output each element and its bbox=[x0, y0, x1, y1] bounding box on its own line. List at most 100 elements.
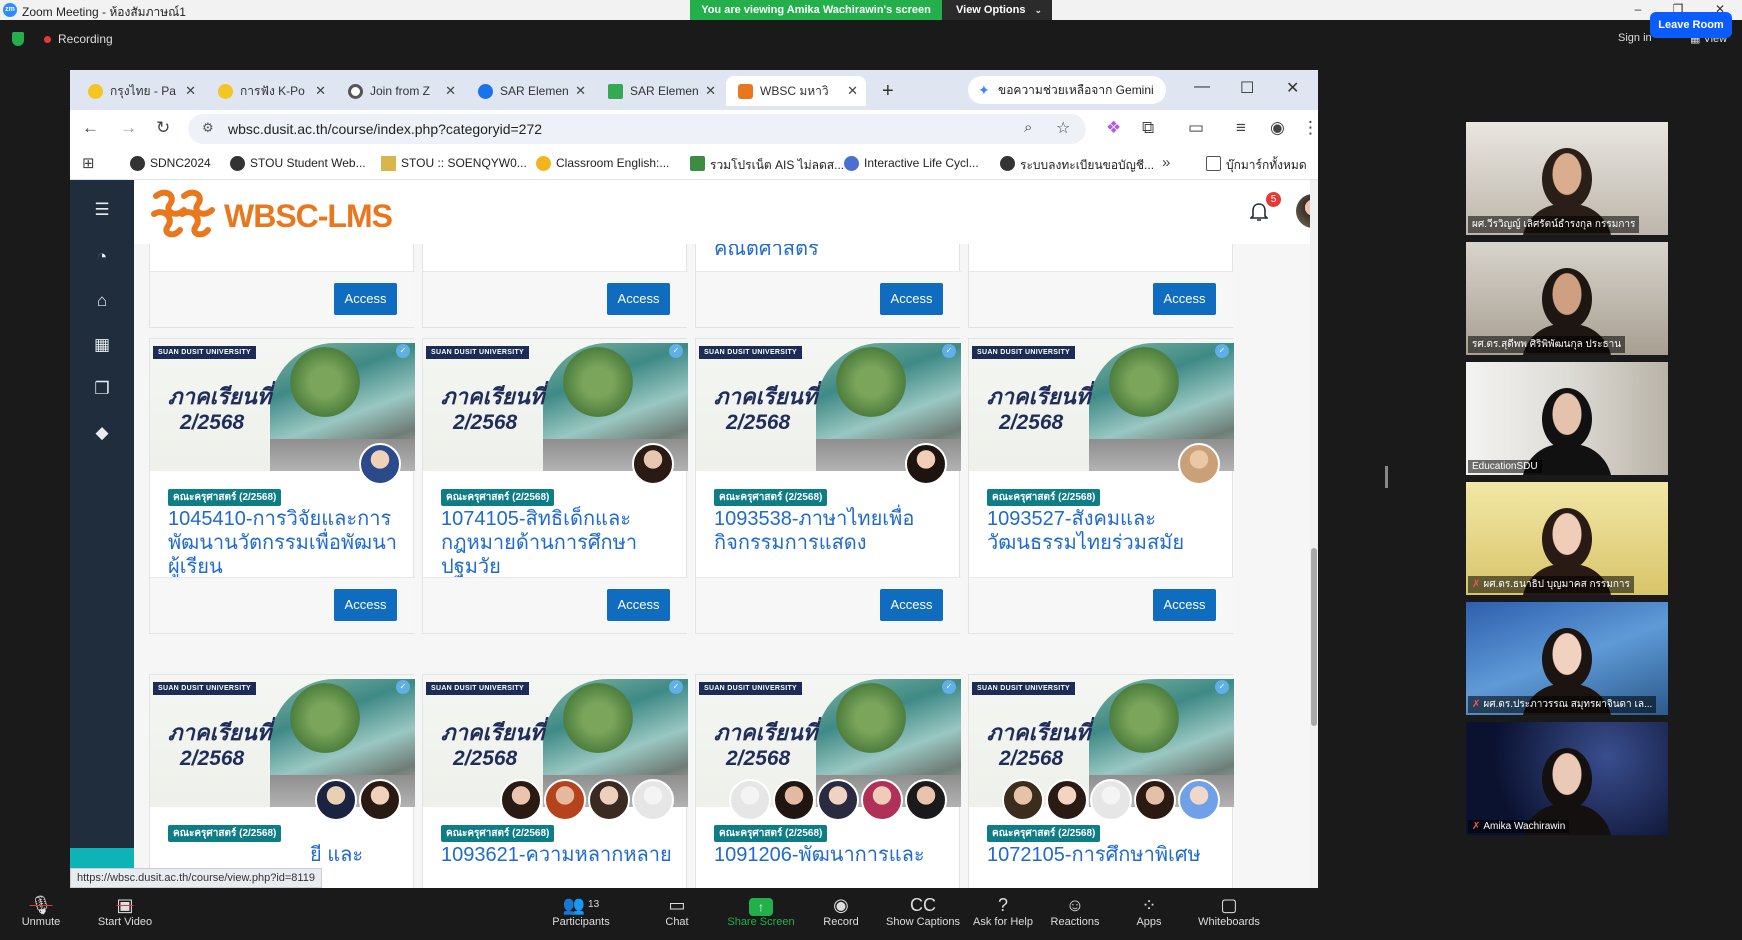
bookmark-item[interactable]: STOU :: SOENQYW0... bbox=[381, 156, 527, 171]
access-button[interactable]: Access bbox=[334, 283, 397, 315]
scrollbar-thumb[interactable] bbox=[1311, 548, 1317, 726]
cast-icon[interactable]: ▭ bbox=[1188, 118, 1204, 138]
close-tab-icon[interactable]: ✕ bbox=[575, 76, 586, 106]
notification-bell-icon[interactable] bbox=[1250, 202, 1268, 222]
gallery-resize-handle[interactable] bbox=[1385, 466, 1388, 488]
bookmark-item[interactable]: STOU Student Web... bbox=[230, 156, 366, 171]
media-controls-icon[interactable]: ≡ bbox=[1236, 118, 1246, 138]
participant-video-tile[interactable]: EducationSDU bbox=[1466, 362, 1668, 475]
participant-video-tile[interactable]: ผศ.วีรวิญญ์ เลิศรัตน์ธำรงกุล กรรมการ bbox=[1466, 122, 1668, 235]
teacher-avatar[interactable] bbox=[861, 779, 903, 821]
teacher-avatar[interactable] bbox=[817, 779, 859, 821]
wbsc-logo-icon[interactable] bbox=[150, 188, 216, 238]
browser-minimize-button[interactable]: — bbox=[1194, 78, 1210, 96]
access-button[interactable]: Access bbox=[1153, 589, 1216, 621]
course-title-link[interactable]: 1093538-ภาษาไทยเพื่อกิจกรรมการแสดง bbox=[714, 507, 950, 555]
reactions-button[interactable]: ☺ Reactions bbox=[1034, 894, 1116, 928]
dashboard-gauge-icon[interactable]: ◔ bbox=[92, 247, 112, 267]
recording-label[interactable]: Recording bbox=[58, 32, 113, 46]
teacher-avatar[interactable] bbox=[729, 779, 771, 821]
bookmark-star-icon[interactable]: ☆ bbox=[1056, 118, 1070, 138]
teacher-avatar[interactable] bbox=[905, 779, 947, 821]
access-button[interactable]: Access bbox=[334, 589, 397, 621]
browser-tab[interactable]: Join from Z ✕ bbox=[336, 76, 464, 106]
sign-in-link[interactable]: Sign in bbox=[1618, 32, 1652, 44]
view-options-button[interactable]: View Options ⌄ bbox=[942, 0, 1052, 20]
access-button[interactable]: Access bbox=[607, 589, 670, 621]
teacher-avatar[interactable] bbox=[315, 779, 357, 821]
teacher-avatar[interactable] bbox=[544, 779, 586, 821]
access-button[interactable]: Access bbox=[880, 589, 943, 621]
bookmark-item[interactable]: ระบบลงทะเบียนขอบัญชี... bbox=[1000, 156, 1154, 175]
close-tab-icon[interactable]: ✕ bbox=[705, 76, 716, 106]
page-scrollbar[interactable] bbox=[1310, 180, 1318, 888]
teacher-avatar[interactable] bbox=[1134, 779, 1176, 821]
course-title-link[interactable]: 1074105-สิทธิเด็กและกฎหมายด้านการศึกษาปฐ… bbox=[441, 507, 677, 579]
lms-logo-text[interactable]: WBSC-LMS bbox=[224, 198, 393, 235]
extension-brain-icon[interactable]: ❖ bbox=[1106, 118, 1121, 138]
calendar-icon[interactable]: ▦ bbox=[92, 335, 112, 355]
browser-tab[interactable]: SAR Elemen ✕ bbox=[466, 76, 594, 106]
teacher-avatar[interactable] bbox=[588, 779, 630, 821]
access-button[interactable]: Access bbox=[880, 283, 943, 315]
start-video-button[interactable]: ▣ Start Video bbox=[84, 894, 166, 928]
teacher-avatar[interactable] bbox=[359, 443, 401, 485]
close-tab-icon[interactable]: ✕ bbox=[445, 76, 456, 106]
browser-tab-active[interactable]: WBSC มหาวิ ✕ bbox=[726, 76, 866, 106]
share-screen-button[interactable]: ↑ Share Screen bbox=[720, 894, 802, 928]
teacher-avatar[interactable] bbox=[359, 779, 401, 821]
bookmark-item[interactable]: Classroom English:... bbox=[536, 156, 669, 171]
reload-icon[interactable]: ↻ bbox=[156, 118, 170, 138]
new-tab-button[interactable]: + bbox=[882, 76, 894, 106]
teacher-avatar[interactable] bbox=[500, 779, 542, 821]
all-bookmarks-folder[interactable]: บุ๊กมาร์กทั้งหมด bbox=[1206, 156, 1307, 175]
course-title-link[interactable]: 1093621-ความหลากหลาย bbox=[441, 843, 677, 867]
leave-room-button[interactable]: Leave Room bbox=[1650, 12, 1732, 38]
forward-arrow-icon[interactable]: → bbox=[120, 118, 137, 138]
zoom-lens-icon[interactable]: ⌕ bbox=[1024, 119, 1032, 136]
teacher-avatar[interactable] bbox=[905, 443, 947, 485]
show-captions-button[interactable]: CC Show Captions bbox=[882, 894, 964, 928]
browser-tab[interactable]: กรุงไทย - Pa ✕ bbox=[76, 76, 204, 106]
course-title-link[interactable]: 1072105-การศึกษาพิเศษ bbox=[987, 843, 1223, 867]
browser-maximize-button[interactable]: ☐ bbox=[1240, 78, 1254, 98]
hamburger-menu-icon[interactable]: ☰ bbox=[92, 200, 112, 220]
participant-video-tile[interactable]: ✗ ผศ.ดร.ประภาวรรณ สมุทรผาจินดา เล... bbox=[1466, 602, 1668, 715]
bookmark-item[interactable]: SDNC2024 bbox=[130, 156, 211, 171]
close-tab-icon[interactable]: ✕ bbox=[315, 76, 326, 106]
bookmark-item[interactable]: รวมโปรเน็ต AIS ไม่ลดส... bbox=[690, 156, 844, 175]
teacher-avatar[interactable] bbox=[1178, 779, 1220, 821]
apps-grid-icon[interactable]: ⊞ bbox=[82, 154, 95, 172]
files-icon[interactable]: ❐ bbox=[92, 379, 112, 399]
participant-video-tile[interactable]: ✗ ผศ.ดร.ธนาธิป บุญมาคส กรรมการ bbox=[1466, 482, 1668, 595]
bookmark-item[interactable]: Interactive Life Cycl... bbox=[844, 156, 979, 171]
course-title-link[interactable]: คณิตศาสตร bbox=[714, 244, 950, 261]
teacher-avatar[interactable] bbox=[1002, 779, 1044, 821]
graduation-cap-icon[interactable]: ◆ bbox=[92, 423, 112, 443]
browser-tab[interactable]: SAR Elemen ✕ bbox=[596, 76, 724, 106]
profile-avatar-icon[interactable]: ◉ bbox=[1270, 118, 1285, 138]
extensions-puzzle-icon[interactable]: ⧉ bbox=[1142, 118, 1154, 138]
access-button[interactable]: Access bbox=[1153, 283, 1216, 315]
chat-button[interactable]: ▭ Chat bbox=[636, 894, 718, 928]
site-settings-icon[interactable]: ⚙ bbox=[202, 120, 214, 136]
gemini-button[interactable]: ✦ ขอความช่วยเหลือจาก Gemini bbox=[968, 76, 1166, 104]
course-title-link[interactable]: 1045410-การวิจัยและการพัฒนานวัตกรรมเพื่อ… bbox=[168, 507, 404, 579]
teacher-avatar[interactable] bbox=[773, 779, 815, 821]
whiteboards-button[interactable]: ▢ Whiteboards bbox=[1188, 894, 1270, 928]
unmute-button[interactable]: 🎙 Unmute bbox=[0, 894, 82, 928]
browser-tab[interactable]: การฟัง K-Po ✕ bbox=[206, 76, 334, 106]
teacher-avatar[interactable] bbox=[1090, 779, 1132, 821]
address-bar[interactable]: ⚙ wbsc.dusit.ac.th/course/index.php?cate… bbox=[188, 114, 1086, 144]
access-button[interactable]: Access bbox=[607, 283, 670, 315]
teacher-avatar[interactable] bbox=[1046, 779, 1088, 821]
close-tab-icon[interactable]: ✕ bbox=[185, 76, 196, 106]
record-button[interactable]: ◉ Record bbox=[800, 894, 882, 928]
ask-for-help-button[interactable]: ? Ask for Help bbox=[962, 894, 1044, 928]
teacher-avatar[interactable] bbox=[1178, 443, 1220, 485]
participants-button[interactable]: 👥 13 Participants bbox=[540, 894, 622, 928]
apps-button[interactable]: ⁘ Apps bbox=[1108, 894, 1190, 928]
security-shield-icon[interactable] bbox=[12, 32, 24, 46]
close-tab-icon[interactable]: ✕ bbox=[847, 76, 858, 106]
home-icon[interactable]: ⌂ bbox=[92, 291, 112, 311]
